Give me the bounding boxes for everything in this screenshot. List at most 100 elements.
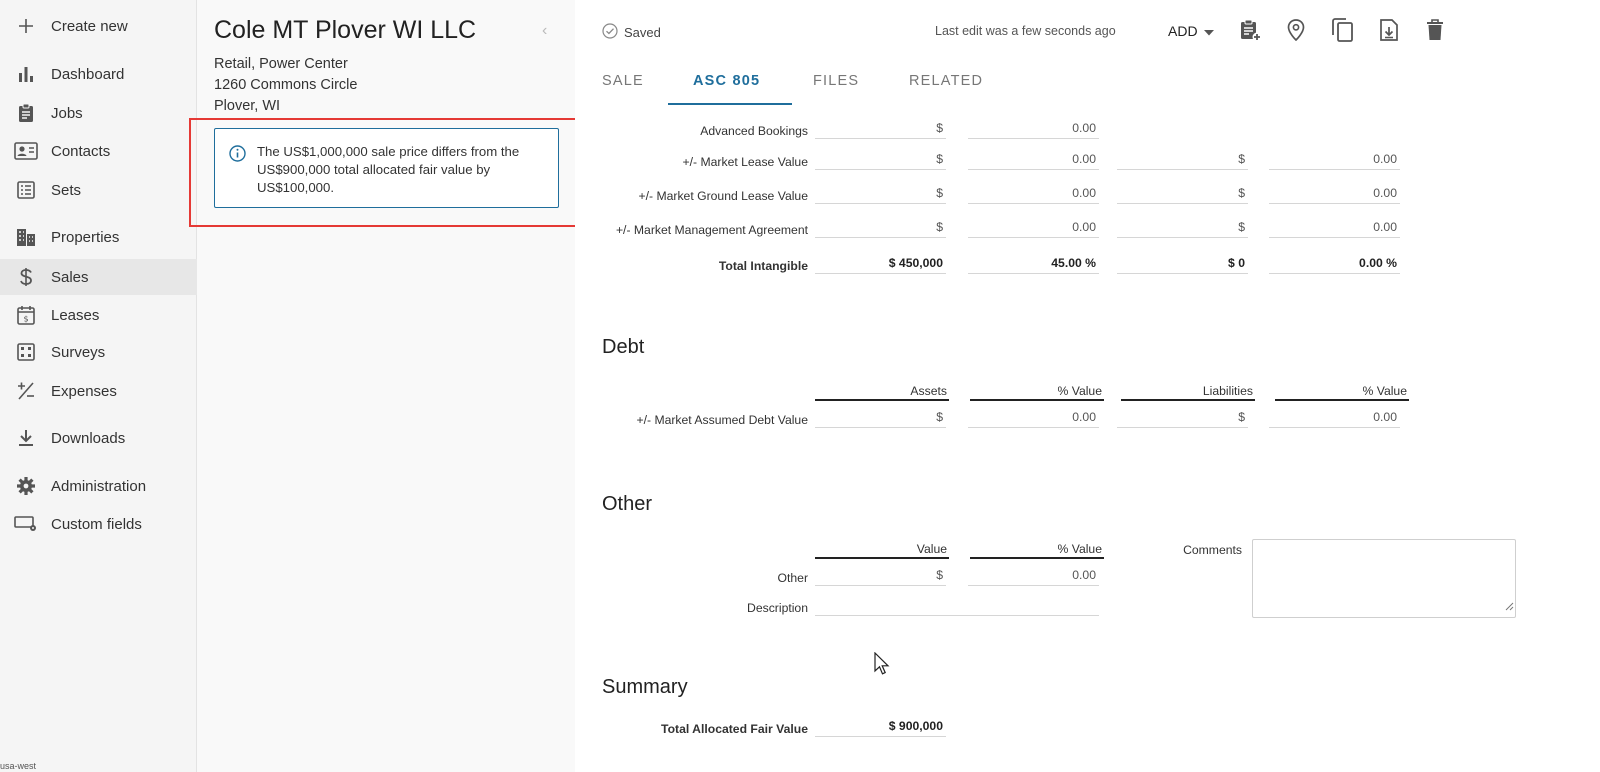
plus-icon: [13, 14, 39, 38]
row-label-market-lease: +/- Market Lease Value: [682, 155, 808, 169]
sidebar-item-label: Downloads: [51, 429, 126, 447]
sidebar-item-surveys[interactable]: Surveys: [0, 334, 197, 370]
property-address: 1260 Commons Circle: [214, 77, 358, 93]
svg-text:$: $: [23, 315, 28, 324]
info-icon: [229, 145, 246, 167]
tab-files[interactable]: FILES: [813, 73, 859, 89]
cell-management-liability-pct[interactable]: 0.00: [1269, 217, 1400, 238]
saved-label: Saved: [624, 25, 661, 40]
cell-debt-asset-pct[interactable]: 0.00: [968, 407, 1099, 428]
total-intangible-liability: $ 0: [1117, 253, 1248, 274]
cell-management-liability[interactable]: $: [1117, 217, 1248, 238]
cell-debt-liability-pct[interactable]: 0.00: [1269, 407, 1400, 428]
cell-debt-asset[interactable]: $: [815, 407, 946, 428]
comments-label: Comments: [1183, 543, 1242, 557]
cell-management-asset[interactable]: $: [815, 217, 946, 238]
plus-minus-icon: [13, 379, 39, 403]
sidebar-item-contacts[interactable]: Contacts: [0, 133, 197, 169]
tab-asc-805[interactable]: ASC 805: [693, 73, 760, 89]
sidebar-item-jobs[interactable]: Jobs: [0, 95, 197, 131]
custom-fields-icon: [13, 512, 39, 536]
survey-grid-icon: [13, 340, 39, 364]
add-menu-button[interactable]: ADD: [1168, 23, 1214, 39]
sidebar-item-downloads[interactable]: Downloads: [0, 420, 197, 456]
resize-handle-icon[interactable]: [1504, 598, 1514, 616]
cell-market-lease-liability[interactable]: $: [1117, 149, 1248, 170]
bar-chart-icon: [13, 62, 39, 86]
row-label-total-intangible: Total Intangible: [718, 259, 808, 273]
column-header-assets: Assets: [815, 384, 949, 401]
total-intangible-pct: 45.00 %: [968, 253, 1099, 274]
sidebar-item-administration[interactable]: Administration: [0, 468, 197, 504]
comments-textarea[interactable]: [1252, 539, 1516, 618]
tab-related[interactable]: RELATED: [909, 73, 983, 89]
gear-icon: [13, 474, 39, 498]
cell-market-lease-asset[interactable]: $: [815, 149, 946, 170]
download-icon: [13, 426, 39, 450]
column-header-asset-pct: % Value: [970, 384, 1104, 401]
check-circle-icon: [602, 23, 618, 42]
cell-ground-lease-liability[interactable]: $: [1117, 183, 1248, 204]
column-header-liability-pct: % Value: [1275, 384, 1409, 401]
sidebar-item-label: Custom fields: [51, 515, 142, 533]
row-label-advanced-bookings: Advanced Bookings: [700, 124, 808, 138]
clipboard-add-icon: [1238, 18, 1262, 47]
trash-icon: [1426, 18, 1444, 46]
contact-card-icon: [13, 139, 39, 163]
page-title: Cole MT Plover WI LLC: [214, 16, 477, 44]
delete-button[interactable]: [1422, 18, 1448, 46]
file-download-button[interactable]: [1376, 18, 1402, 47]
active-tab-indicator: [668, 103, 792, 105]
cell-other-pct[interactable]: 0.00: [968, 565, 1099, 586]
alert-message: The US$1,000,000 sale price differs from…: [257, 144, 520, 195]
sidebar-item-label: Contacts: [51, 142, 111, 160]
map-pin-button[interactable]: [1283, 18, 1309, 45]
cell-ground-lease-asset[interactable]: $: [815, 183, 946, 204]
total-intangible-value: $ 450,000: [815, 253, 946, 274]
cell-other-value[interactable]: $: [815, 565, 946, 586]
cell-ground-lease-asset-pct[interactable]: 0.00: [968, 183, 1099, 204]
add-label: ADD: [1168, 23, 1198, 39]
fair-value-alert: The US$1,000,000 sale price differs from…: [214, 128, 559, 208]
file-download-icon: [1379, 18, 1399, 47]
description-input[interactable]: [815, 595, 1099, 616]
row-label-other: Other: [777, 571, 808, 585]
sidebar-item-label: Sets: [51, 181, 82, 199]
sidebar-item-custom-fields[interactable]: Custom fields: [0, 506, 197, 542]
cell-debt-liability[interactable]: $: [1117, 407, 1248, 428]
property-city: Plover, WI: [214, 98, 281, 114]
cell-advanced-bookings-value[interactable]: $: [815, 118, 946, 139]
lease-calendar-icon: $: [13, 303, 39, 327]
sidebar-item-leases[interactable]: $ Leases: [0, 297, 197, 333]
cell-management-asset-pct[interactable]: 0.00: [968, 217, 1099, 238]
section-title-summary: Summary: [602, 676, 688, 698]
sidebar-item-sales[interactable]: Sales: [0, 259, 197, 295]
row-label-market-management: +/- Market Management Agreement: [615, 223, 808, 237]
sidebar-item-label: Dashboard: [51, 65, 125, 83]
copy-button[interactable]: [1330, 17, 1356, 47]
cell-ground-lease-liability-pct[interactable]: 0.00: [1269, 183, 1400, 204]
row-label-total-allocated-fair-value: Total Allocated Fair Value: [661, 722, 808, 736]
copy-icon: [1332, 17, 1354, 47]
sidebar: Create new Dashboard Jobs Contacts Sets …: [0, 0, 197, 772]
last-edit-status: Last edit was a few seconds ago: [935, 24, 1116, 38]
clipboard-add-button[interactable]: [1237, 19, 1263, 45]
tab-sale[interactable]: SALE: [602, 73, 644, 89]
sidebar-item-create-new[interactable]: Create new: [0, 8, 197, 44]
total-intangible-liability-pct: 0.00 %: [1269, 253, 1400, 274]
sidebar-item-sets[interactable]: Sets: [0, 172, 197, 208]
sidebar-item-properties[interactable]: Properties: [0, 219, 197, 255]
section-title-other: Other: [602, 493, 653, 515]
sidebar-item-expenses[interactable]: Expenses: [0, 373, 197, 409]
saved-status: Saved: [602, 23, 661, 42]
region-label: usa-west: [0, 761, 37, 771]
collapse-panel-icon[interactable]: ‹: [542, 22, 547, 40]
total-allocated-fair-value: $ 900,000: [815, 716, 946, 737]
sidebar-item-dashboard[interactable]: Dashboard: [0, 56, 197, 92]
cell-market-lease-asset-pct[interactable]: 0.00: [968, 149, 1099, 170]
sidebar-item-label: Sales: [51, 268, 89, 286]
cell-advanced-bookings-pct[interactable]: 0.00: [968, 118, 1099, 139]
property-type: Retail, Power Center: [214, 56, 348, 72]
sidebar-item-label: Expenses: [51, 382, 117, 400]
cell-market-lease-liability-pct[interactable]: 0.00: [1269, 149, 1400, 170]
